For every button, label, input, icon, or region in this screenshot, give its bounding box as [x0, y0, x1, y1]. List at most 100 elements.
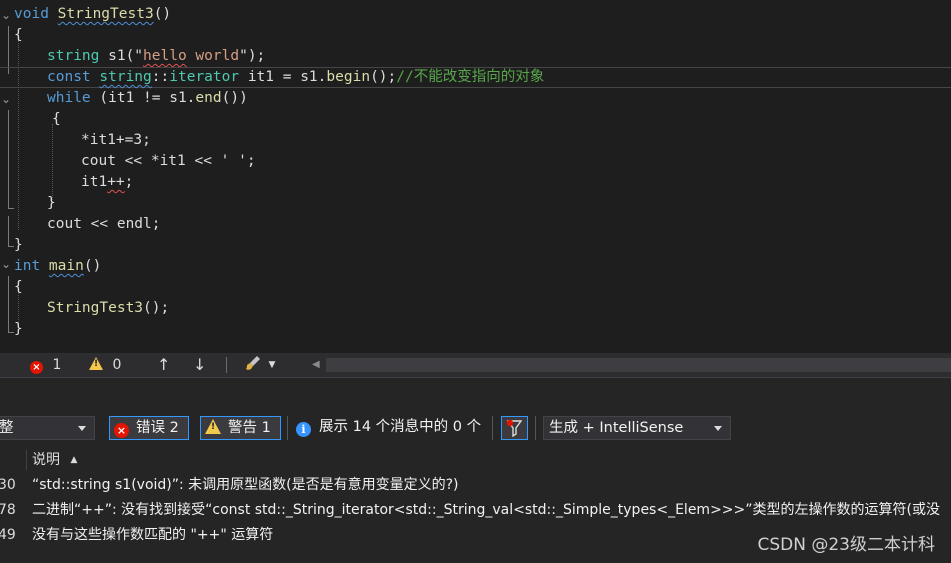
warnings-filter-toggle[interactable]: 警告 1 — [200, 416, 281, 440]
code-token: (it1 != s1. — [90, 90, 196, 106]
code-line[interactable]: void StringTest3() — [0, 4, 951, 25]
column-divider[interactable] — [26, 450, 27, 470]
code-token: hello — [143, 48, 187, 64]
code-line[interactable]: const string::iterator it1 = s1.begin();… — [0, 67, 951, 88]
code-line[interactable]: cout << endl; — [0, 214, 951, 235]
brush-icon — [246, 356, 260, 370]
code-line[interactable]: { — [0, 277, 951, 298]
previous-issue-button[interactable]: ↑ — [157, 353, 170, 377]
watermark: CSDN @23级二本计科 — [757, 535, 935, 555]
messages-filter-toggle[interactable]: i 展示 14 个消息中的 0 个 — [296, 416, 481, 440]
code-token: () — [153, 6, 172, 22]
row-code: 49 — [0, 527, 16, 543]
code-token: world — [186, 48, 240, 64]
code-token: ; — [124, 174, 134, 190]
code-token: iterator — [169, 69, 240, 85]
code-text: { — [14, 277, 23, 298]
warnings-label: 警告 1 — [228, 420, 271, 436]
error-icon: × — [30, 361, 43, 374]
code-token: { — [52, 111, 61, 127]
code-token: StringTest3 — [47, 300, 144, 316]
code-token: () — [83, 258, 102, 274]
code-text: string s1("hello world"); — [47, 46, 265, 67]
toolbar-divider — [287, 416, 288, 440]
code-token: void — [14, 6, 58, 22]
warning-icon — [89, 357, 103, 370]
code-token: ()) — [221, 90, 248, 106]
code-line[interactable]: it1++; — [0, 172, 951, 193]
code-token: while — [47, 90, 91, 106]
row-description: 没有与这些操作数匹配的 "++" 运算符 — [32, 527, 274, 543]
code-editor[interactable]: ⌐ ⌄ ⌄ ⌄ void StringTest3(){string s1("he… — [0, 0, 951, 353]
code-text: cout << endl; — [47, 214, 161, 235]
column-header-description[interactable]: 说明 ▲ — [32, 447, 77, 473]
code-line[interactable]: string s1("hello world"); — [0, 46, 951, 67]
code-token: *it1+=3; — [81, 132, 151, 148]
errors-label: 错误 2 — [136, 420, 179, 436]
horizontal-scrollbar[interactable] — [326, 358, 951, 372]
code-token: string — [99, 69, 152, 85]
code-token: } — [14, 321, 23, 337]
error-icon: × — [114, 423, 129, 438]
code-line[interactable]: { — [0, 109, 951, 130]
code-token: s1 — [108, 48, 126, 64]
code-text: while (it1 != s1.end()) — [47, 88, 248, 109]
code-text: } — [14, 319, 23, 340]
code-text: void StringTest3() — [14, 4, 171, 25]
errors-filter-toggle[interactable]: × 错误 2 — [109, 416, 189, 440]
code-text: it1++; — [81, 172, 133, 193]
code-line[interactable]: int main() — [0, 256, 951, 277]
code-line[interactable]: StringTest3(); — [0, 298, 951, 319]
code-text: int main() — [14, 256, 101, 277]
warning-count: 0 — [112, 357, 122, 373]
code-token: int — [14, 258, 49, 274]
code-text: } — [47, 193, 56, 214]
code-token: StringTest3 — [57, 6, 154, 22]
code-line[interactable]: } — [0, 319, 951, 340]
code-token: { — [14, 279, 23, 295]
scroll-left-icon[interactable]: ◀ — [312, 353, 320, 377]
error-count-indicator[interactable]: × 1 — [30, 353, 61, 377]
code-text: const string::iterator it1 = s1.begin();… — [47, 68, 544, 87]
code-text: *it1+=3; — [81, 130, 151, 151]
code-line[interactable]: while (it1 != s1.end()) — [0, 88, 951, 109]
code-token: it1 — [81, 174, 108, 190]
code-token: main — [48, 258, 84, 274]
error-list-toolbar: 整 × 错误 2 警告 1 i 展示 14 个消息中的 0 个 生成 + Intel… — [0, 407, 951, 447]
row-code: 30 — [0, 477, 16, 493]
filter-funnel-icon — [506, 419, 523, 438]
code-token: cout << *it1 << ' '; — [81, 153, 256, 169]
code-token: end — [195, 90, 222, 106]
code-line[interactable]: *it1+=3; — [0, 130, 951, 151]
code-token: "); — [239, 48, 266, 64]
code-line[interactable]: } — [0, 193, 951, 214]
table-row[interactable]: 78 二进制“++”: 没有找到接受“const std::_String_ite… — [0, 498, 951, 523]
scope-dropdown[interactable]: 整 — [0, 416, 95, 440]
code-token: } — [14, 237, 23, 253]
code-token: :: — [151, 69, 170, 85]
code-line[interactable]: } — [0, 235, 951, 256]
chevron-down-icon — [714, 426, 722, 431]
build-source-value: 生成 + IntelliSense — [549, 420, 684, 436]
chevron-down-icon — [78, 426, 86, 431]
chevron-down-icon: ▼ — [268, 360, 276, 370]
build-source-dropdown[interactable]: 生成 + IntelliSense — [543, 416, 731, 440]
code-cleanup-button[interactable]: ▼ — [244, 353, 275, 377]
filter-button[interactable] — [501, 416, 528, 440]
table-row[interactable]: 30 “std::string s1(void)”: 未调用原型函数(是否是有意用… — [0, 473, 951, 498]
next-issue-button[interactable]: ↓ — [193, 353, 206, 377]
panel-splitter[interactable] — [0, 377, 951, 408]
code-token: begin — [326, 69, 371, 85]
status-divider — [226, 357, 227, 373]
messages-label: 展示 14 个消息中的 0 个 — [319, 419, 482, 435]
code-token: (); — [143, 300, 170, 316]
code-token: string — [47, 48, 109, 64]
code-line[interactable]: { — [0, 25, 951, 46]
code-token: cout << endl; — [47, 216, 161, 232]
code-line[interactable]: cout << *it1 << ' '; — [0, 151, 951, 172]
warning-count-indicator[interactable]: 0 — [89, 353, 121, 377]
info-icon: i — [296, 422, 311, 437]
code-token: (); — [370, 69, 397, 85]
code-text: StringTest3(); — [47, 298, 169, 319]
code-token: it1 = s1. — [239, 69, 327, 85]
